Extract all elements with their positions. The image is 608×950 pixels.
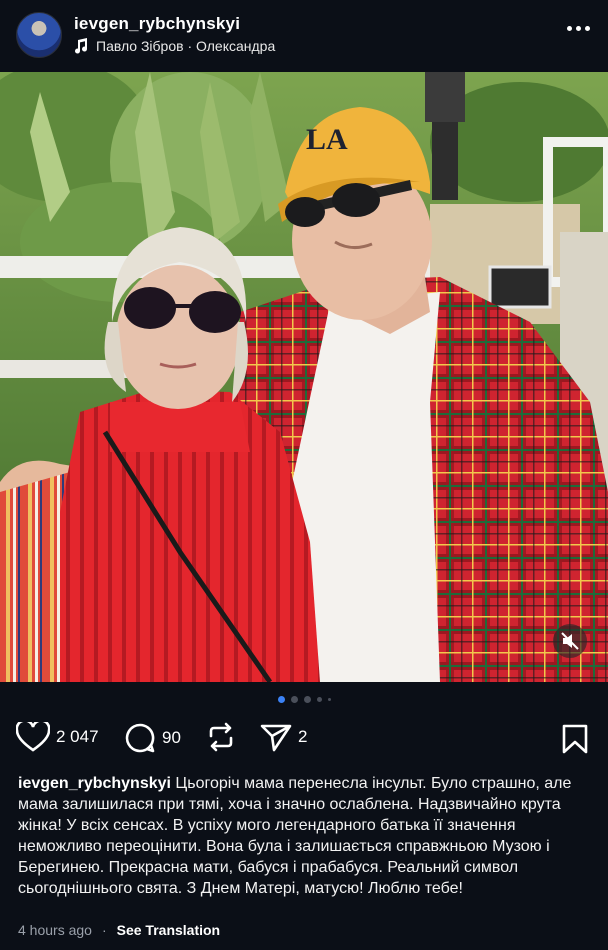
music-text: Павло Зібров · Олександра — [96, 38, 276, 54]
like-button[interactable]: 2 047 — [16, 722, 99, 752]
save-button[interactable] — [562, 724, 588, 759]
caption-author[interactable]: ievgen_rybchynskyi — [18, 775, 171, 792]
svg-text:LA: LA — [306, 123, 348, 156]
music-note-icon — [75, 38, 88, 54]
more-options-button[interactable] — [567, 26, 590, 31]
carousel-dot-active — [277, 696, 285, 703]
comment-count: 90 — [162, 728, 181, 747]
post-meta: 4 hours ago · See Translation — [18, 922, 220, 938]
see-translation-link[interactable]: See Translation — [117, 922, 220, 938]
carousel-dot — [290, 696, 298, 703]
repost-icon — [209, 722, 233, 752]
photo-illustration: LA — [0, 72, 608, 682]
post-caption: ievgen_rybchynskyi Цьогоріч мама перенес… — [18, 773, 588, 899]
music-attribution[interactable]: Павло Зібров · Олександра — [74, 38, 275, 54]
carousel-indicator — [0, 696, 608, 703]
comment-icon — [125, 723, 155, 753]
caption-text: Цьогоріч мама перенесла інсульт. Було ст… — [18, 775, 572, 897]
avatar[interactable] — [16, 12, 62, 58]
bookmark-icon — [562, 724, 588, 754]
speaker-muted-icon — [561, 632, 579, 650]
more-horizontal-icon — [567, 26, 572, 31]
username[interactable]: ievgen_rybchynskyi — [74, 14, 240, 34]
share-count: 2 — [298, 727, 308, 746]
send-icon — [260, 724, 292, 752]
action-bar: 2 047 90 2 — [16, 722, 592, 758]
heart-icon — [16, 722, 50, 752]
carousel-dot — [303, 696, 311, 703]
carousel-dot — [327, 698, 331, 701]
post-timestamp: 4 hours ago — [18, 922, 92, 938]
meta-separator: · — [101, 922, 107, 938]
comment-button[interactable]: 90 — [124, 722, 181, 754]
post-header: ievgen_rybchynskyi Павло Зібров · Олекса… — [0, 0, 608, 72]
mute-button[interactable] — [553, 624, 587, 658]
share-button[interactable]: 2 — [260, 722, 307, 752]
post-photo[interactable]: LA — [0, 72, 608, 682]
carousel-dot — [316, 697, 322, 702]
repost-button[interactable] — [206, 722, 236, 752]
like-count: 2 047 — [56, 727, 99, 746]
